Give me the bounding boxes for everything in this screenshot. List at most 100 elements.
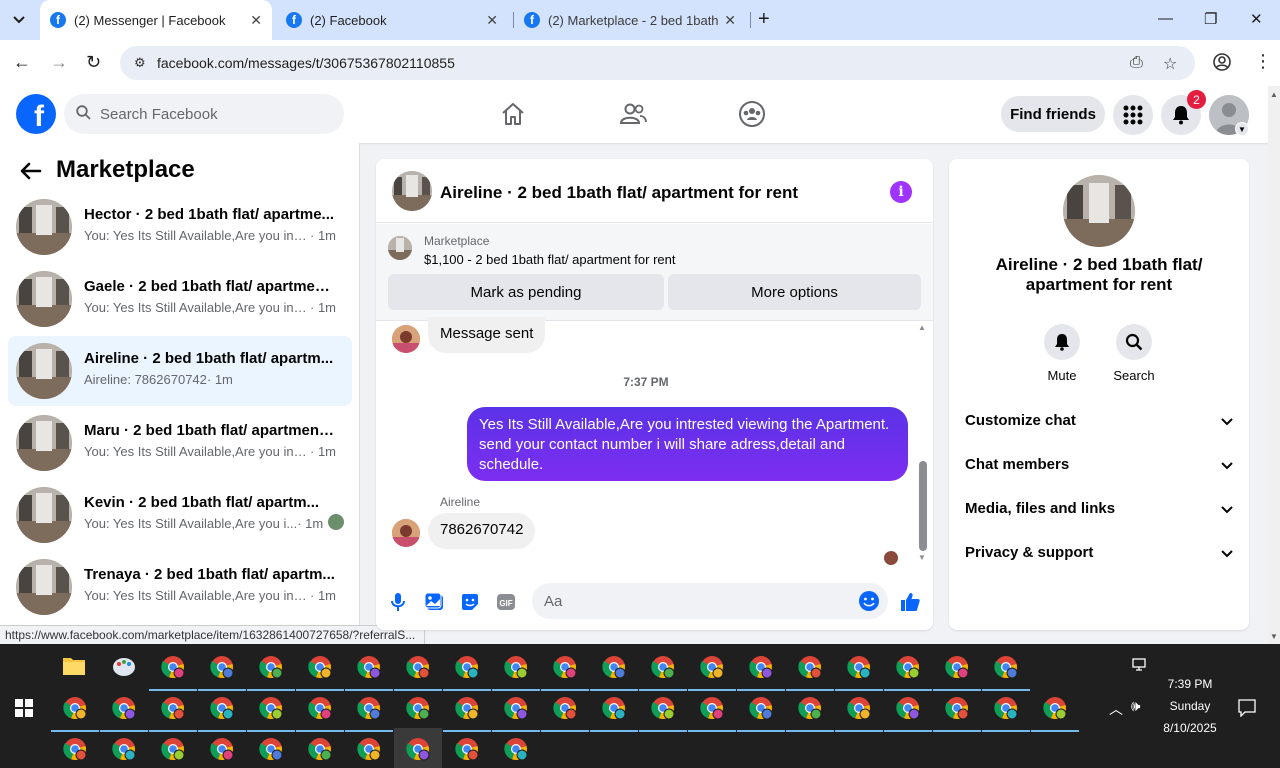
chrome-icon[interactable] [406,737,430,761]
paint-app-icon[interactable] [112,655,136,679]
listing-thumbnail[interactable] [388,236,412,260]
tab-marketplace[interactable]: f (2) Marketplace - 2 bed 1bath fl ✕ [514,0,746,40]
sticker-icon[interactable] [459,591,481,613]
mark-as-pending-button[interactable]: Mark as pending [388,274,664,310]
search-icon[interactable] [1116,324,1152,360]
groups-icon[interactable] [738,100,766,128]
close-window-icon[interactable]: ✕ [1250,10,1263,28]
tab-facebook[interactable]: f (2) Facebook ✕ [276,0,508,40]
chrome-icon[interactable] [994,696,1018,720]
chat-members-row[interactable]: Chat members [957,443,1241,487]
network-icon[interactable] [1132,658,1150,675]
chrome-icon[interactable] [308,737,332,761]
outgoing-message-bubble[interactable]: Yes Its Still Available,Are you intreste… [467,407,908,481]
conversation-item[interactable]: Kevin · 2 bed 1bath flat/ apartm... You: … [8,480,352,550]
search-action[interactable]: Search [1104,324,1164,383]
chrome-icon[interactable] [798,655,822,679]
scroll-down-icon[interactable]: ▼ [1268,632,1280,641]
tab-search-button[interactable] [6,7,32,33]
message-input[interactable] [544,583,844,619]
page-scrollbar[interactable] [1268,86,1280,644]
minimize-icon[interactable]: — [1158,10,1173,27]
clock-time[interactable]: 7:39 PM [1160,677,1220,691]
menu-grid-button[interactable] [1113,95,1153,135]
file-explorer-icon[interactable] [62,655,86,679]
chrome-icon[interactable] [112,696,136,720]
scrollbar-thumb[interactable] [919,461,927,551]
scroll-down-icon[interactable]: ▼ [918,553,926,562]
chrome-icon[interactable] [700,655,724,679]
chrome-icon[interactable] [896,696,920,720]
chrome-icon[interactable] [994,655,1018,679]
site-info-icon[interactable]: ⚙ [134,55,146,71]
tab-messenger[interactable]: f (2) Messenger | Facebook ✕ [40,0,272,40]
restore-icon[interactable]: ❐ [1204,10,1217,28]
chrome-icon[interactable] [308,696,332,720]
chrome-icon[interactable] [63,737,87,761]
facebook-logo-icon[interactable]: f [16,94,56,134]
back-arrow-icon[interactable] [20,159,42,187]
conversation-item[interactable]: Gaele · 2 bed 1bath flat/ apartmen... You… [8,264,352,334]
chrome-icon[interactable] [749,655,773,679]
listing-price[interactable]: $1,100 - 2 bed 1bath flat/ apartment for… [424,252,676,267]
conversation-item[interactable]: Aireline · 2 bed 1bath flat/ apartm... Ai… [8,336,352,406]
chrome-icon[interactable] [455,696,479,720]
chrome-icon[interactable] [602,696,626,720]
chrome-icon[interactable] [210,655,234,679]
chrome-icon[interactable] [1043,696,1067,720]
message-input-box[interactable] [532,583,888,619]
privacy-support-row[interactable]: Privacy & support [957,531,1241,575]
chrome-icon[interactable] [749,696,773,720]
conversation-item[interactable]: Maru · 2 bed 1bath flat/ apartment... You… [8,408,352,478]
notification-center-icon[interactable] [1238,699,1256,720]
chrome-icon[interactable] [406,696,430,720]
chrome-icon[interactable] [210,737,234,761]
chrome-icon[interactable] [455,737,479,761]
chat-scrollbar[interactable]: ▲ ▼ [917,321,929,571]
more-options-button[interactable]: More options [668,274,921,310]
chrome-icon[interactable] [896,655,920,679]
chrome-icon[interactable] [504,737,528,761]
gif-icon[interactable]: GIF [495,591,517,613]
omnibox[interactable]: ⚙ facebook.com/messages/t/30675367802110… [120,46,1195,80]
chrome-icon[interactable] [161,737,185,761]
chrome-icon[interactable] [847,655,871,679]
scroll-up-icon[interactable]: ▲ [1268,90,1280,99]
chrome-icon[interactable] [651,696,675,720]
incoming-message-bubble[interactable]: 7862670742 [428,513,536,549]
volume-icon[interactable]: 🕪 [1131,698,1140,715]
chrome-icon[interactable] [602,655,626,679]
browser-menu-icon[interactable]: ⋮ [1254,51,1272,72]
info-icon[interactable]: i [890,181,912,203]
windows-start-icon[interactable] [15,699,33,717]
friends-icon[interactable] [619,100,647,128]
chrome-icon[interactable] [406,655,430,679]
chrome-icon[interactable] [161,655,185,679]
media-files-links-row[interactable]: Media, files and links [957,487,1241,531]
chrome-icon[interactable] [112,737,136,761]
microphone-icon[interactable] [387,591,409,613]
chrome-icon[interactable] [259,696,283,720]
clock-date[interactable]: 8/10/2025 [1160,721,1220,735]
chrome-icon[interactable] [210,696,234,720]
bell-icon[interactable] [1044,324,1080,360]
chevron-down-icon[interactable]: ▼ [1235,122,1249,136]
reload-icon[interactable]: ↻ [86,52,101,73]
chrome-icon[interactable] [161,696,185,720]
listing-thumbnail[interactable] [1063,175,1135,247]
chrome-icon[interactable] [259,655,283,679]
chrome-icon[interactable] [553,655,577,679]
thumbs-up-icon[interactable] [899,591,921,613]
chrome-icon[interactable] [553,696,577,720]
mute-action[interactable]: Mute [1032,324,1092,383]
chat-title[interactable]: Aireline · 2 bed 1bath flat/ apartment f… [440,183,798,203]
chrome-icon[interactable] [504,655,528,679]
back-icon[interactable]: ← [13,52,31,73]
emoji-icon[interactable] [858,590,880,612]
close-tab-icon[interactable]: ✕ [486,12,498,29]
facebook-search-box[interactable] [64,94,344,134]
profile-icon[interactable] [1213,53,1231,76]
find-friends-button[interactable]: Find friends [1001,96,1105,132]
search-input[interactable] [100,94,330,134]
clock-day[interactable]: Sunday [1160,699,1220,713]
